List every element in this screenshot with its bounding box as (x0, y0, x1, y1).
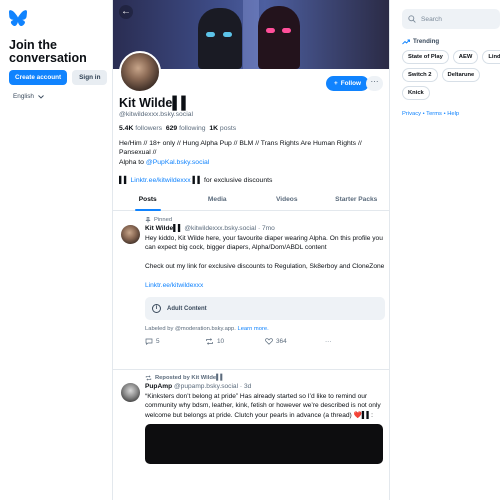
right-sidebar: Search Trending State of Play AEW Linda … (402, 9, 500, 117)
post-media-image[interactable] (145, 424, 383, 465)
bio-linktree-link[interactable]: Linktr.ee/kitwildexxx (131, 177, 191, 184)
follow-label: Follow (340, 80, 361, 87)
post-avatar[interactable] (121, 383, 140, 402)
language-select[interactable]: English (13, 93, 112, 100)
reply-icon (145, 339, 153, 346)
tab-media[interactable]: Media (183, 190, 253, 210)
join-title: Join the conversation (9, 38, 87, 65)
moderation-label: Labeled by @moderation.bsky.app. Learn m… (145, 326, 269, 333)
pinned-post[interactable]: Pinned Kit Wilde▌▌ @kitwildexxx.bsky.soc… (113, 217, 389, 346)
banner-figure-right (258, 6, 300, 69)
trend-chip[interactable]: Switch 2 (402, 68, 438, 82)
trend-chip[interactable]: Deltarune (441, 68, 481, 82)
tab-posts[interactable]: Posts (113, 190, 183, 211)
bio-line: He/Him // 18+ only // Hung Alpha Pup // … (119, 140, 362, 157)
reposted-post[interactable]: Reposted by Kit Wilde▌▌ PupAmp @pupamp.b… (113, 375, 389, 465)
left-sidebar: Join the conversation Create account Sig… (0, 0, 112, 500)
post-header: Kit Wilde▌▌ @kitwildexxx.bsky.social · 7… (145, 225, 385, 232)
post-text: Hey kiddo, Kit Wilde here, your favourit… (145, 235, 385, 290)
banner-figure-left (198, 8, 242, 69)
repost-icon (206, 338, 213, 346)
tab-starter-packs[interactable]: Starter Packs (322, 190, 390, 210)
reply-button[interactable]: 5 (145, 338, 205, 346)
posts-count: 1K posts (209, 125, 237, 132)
profile-header: Kit Wilde▌▌ @kitwildexxx.bsky.social 5.4… (119, 96, 387, 186)
post-header: PupAmp @pupamp.bsky.social · 3d (145, 383, 383, 390)
post-time[interactable]: · 7mo (258, 225, 275, 232)
profile-stats: 5.4K followers 629 following 1K posts (119, 125, 387, 132)
repost-indicator: Reposted by Kit Wilde▌▌ (145, 375, 383, 381)
chevron-down-icon (38, 94, 44, 99)
profile-avatar[interactable] (119, 51, 161, 93)
terms-link[interactable]: Terms (426, 111, 442, 117)
following-link[interactable]: 629 following (166, 125, 206, 132)
pinned-indicator: Pinned (145, 217, 383, 223)
post-actions: 5 10 364 ··· (145, 338, 385, 346)
post-handle[interactable]: @pupamp.bsky.social (174, 383, 238, 390)
trending-topics: State of Play AEW Linda Switch 2 Deltaru… (402, 50, 500, 100)
profile-feed: ← + Follow ··· Kit Wilde▌▌ @kitwildexxx.… (112, 0, 390, 500)
sign-in-button[interactable]: Sign in (72, 70, 108, 85)
post-link[interactable]: Linktr.ee/kitwildexxx (145, 281, 385, 290)
repost-small-icon (145, 375, 152, 381)
display-name: Kit Wilde▌▌ (119, 96, 191, 110)
bluesky-logo-icon[interactable] (9, 10, 27, 27)
profile-handle: @kitwildexxx.bsky.social (119, 111, 194, 118)
footer-links: Privacy • Terms • Help (402, 111, 460, 117)
adult-content-warning[interactable]: i Adult Content (145, 297, 385, 321)
followers-link[interactable]: 5.4K followers (119, 125, 162, 132)
post-handle[interactable]: @kitwildexxx.bsky.social (184, 225, 256, 232)
bio-mention-link[interactable]: @PupKal.bsky.social (146, 159, 209, 166)
trend-chip[interactable]: AEW (452, 50, 479, 64)
learn-more-link[interactable]: Learn more. (237, 326, 268, 332)
more-options-icon[interactable]: ··· (366, 76, 383, 91)
create-account-button[interactable]: Create account (9, 70, 68, 85)
post-divider (113, 369, 389, 370)
trend-chip[interactable]: State of Play (402, 50, 449, 64)
post-time[interactable]: · 3d (240, 383, 251, 390)
search-icon (408, 15, 416, 23)
info-icon: i (152, 304, 161, 314)
follow-button[interactable]: + Follow (326, 76, 369, 91)
trend-chip[interactable]: Knick (402, 86, 430, 100)
plus-icon: + (334, 80, 338, 87)
post-author[interactable]: PupAmp (145, 383, 172, 390)
pin-icon (145, 217, 151, 223)
repost-button[interactable]: 10 (205, 338, 265, 345)
search-input[interactable]: Search (402, 9, 500, 29)
profile-tabs: Posts Media Videos Starter Packs (113, 190, 390, 211)
back-arrow-icon[interactable]: ← (119, 5, 133, 19)
post-author[interactable]: Kit Wilde▌▌ (145, 225, 183, 232)
trend-chip[interactable]: Linda (482, 50, 500, 64)
post-more-icon[interactable]: ··· (325, 338, 385, 345)
privacy-link[interactable]: Privacy (402, 111, 421, 117)
heart-icon (265, 338, 273, 346)
profile-bio: He/Him // 18+ only // Hung Alpha Pup // … (119, 139, 387, 186)
like-button[interactable]: 364 (265, 338, 325, 345)
tab-videos[interactable]: Videos (252, 190, 322, 210)
trending-heading: Trending (402, 38, 500, 45)
post-avatar[interactable] (121, 225, 140, 244)
help-link[interactable]: Help (447, 111, 459, 117)
language-label: English (13, 93, 34, 100)
search-placeholder: Search (421, 15, 442, 23)
trending-icon (402, 39, 410, 44)
post-text: “Kinksters don’t belong at pride” Has al… (145, 393, 381, 419)
